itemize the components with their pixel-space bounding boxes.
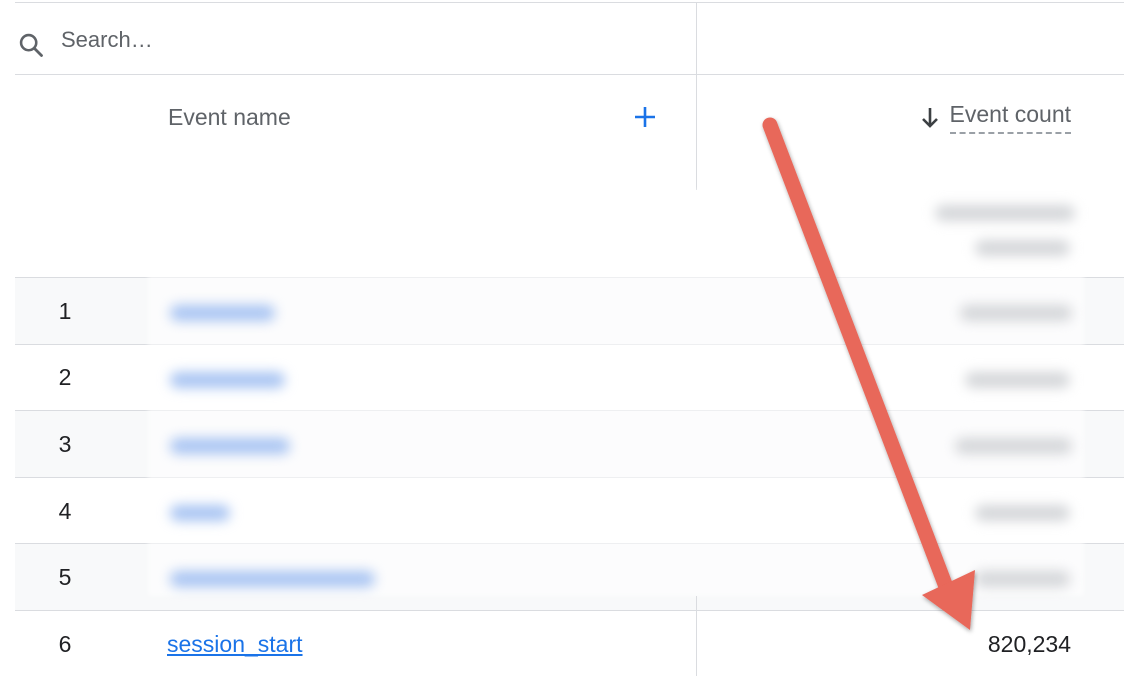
redacted-event-name (170, 505, 230, 521)
redacted-total (975, 240, 1070, 256)
row-index: 4 (58, 498, 72, 524)
redacted-total (935, 205, 1075, 221)
event-name-link[interactable]: session_start (167, 631, 303, 658)
search-icon[interactable] (17, 31, 45, 59)
table-row: 6 session_start 820,234 (15, 611, 1124, 676)
search-divider (15, 74, 1124, 75)
row-divider (15, 410, 1124, 411)
arrow-down-icon[interactable] (918, 104, 942, 132)
add-dimension-button[interactable] (630, 102, 660, 132)
row-divider (15, 477, 1124, 478)
row-index: 6 (58, 631, 72, 657)
search-bar (15, 3, 695, 74)
event-table-view: Event name Event count 1 2 3 4 5 (0, 0, 1124, 676)
redacted-count (975, 505, 1070, 521)
row-divider (15, 277, 1124, 278)
header-column-divider-2 (696, 75, 697, 190)
redacted-count (955, 438, 1072, 454)
row-divider (15, 543, 1124, 544)
row-index: 3 (58, 431, 72, 457)
column-header-event-count[interactable]: Event count (918, 100, 1071, 134)
redacted-count (975, 571, 1070, 587)
redacted-event-name (170, 305, 275, 321)
event-count-label[interactable]: Event count (949, 100, 1071, 134)
event-count-value: 820,234 (987, 631, 1071, 657)
column-header-event-name[interactable]: Event name (168, 104, 291, 131)
plus-icon (635, 107, 655, 127)
redacted-event-name (170, 372, 285, 388)
search-input[interactable] (61, 23, 661, 57)
redacted-count (965, 372, 1070, 388)
row-index: 2 (58, 364, 72, 390)
row-index: 1 (58, 298, 72, 324)
redacted-event-name (170, 571, 375, 587)
row-index: 5 (58, 564, 72, 590)
header-column-divider (696, 3, 697, 75)
redacted-event-name (170, 438, 290, 454)
row-divider (15, 344, 1124, 345)
row-column-divider (696, 596, 697, 676)
redacted-count (960, 305, 1072, 321)
